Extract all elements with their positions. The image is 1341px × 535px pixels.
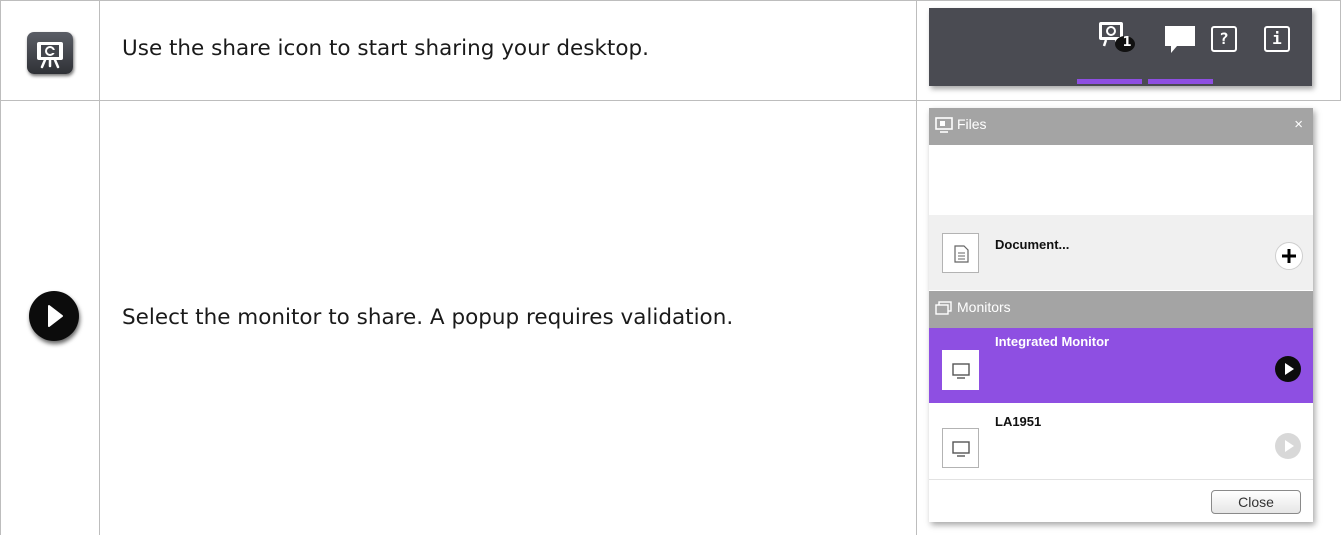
monitors-header: Monitors [929,291,1313,328]
files-header: Files × [929,108,1313,145]
monitor-row-integrated[interactable]: Integrated Monitor [929,328,1313,403]
step-2-text: Select the monitor to share. A popup req… [122,305,734,330]
chat-active-underline [1148,79,1213,84]
table-border-col1 [99,0,100,535]
document-row[interactable]: Document... [929,215,1313,290]
files-title: Files [957,116,987,132]
monitor-name: LA1951 [995,414,1042,429]
share-monitor-button-disabled[interactable] [1275,433,1301,459]
play-icon [1285,363,1294,375]
toolbar-screenshot: 1 ? i [929,8,1312,86]
chat-bubble-icon [1165,26,1195,53]
help-icon[interactable]: ? [1211,26,1237,52]
monitor-icon [952,363,970,379]
table-row-divider [0,100,1341,101]
monitor-thumbnail [942,350,979,390]
document-thumbnail [942,233,979,273]
info-icon[interactable]: i [1264,26,1290,52]
plus-icon [1282,249,1296,263]
document-icon [954,245,969,263]
share-icon [27,32,73,74]
step-1-text: Use the share icon to start sharing your… [122,36,649,61]
monitor-thumbnail [942,428,979,468]
share-monitor-button[interactable] [1275,356,1301,382]
share-button[interactable]: 1 [1087,8,1147,86]
share-screen-icon [1099,22,1135,52]
close-icon[interactable]: × [1294,116,1303,133]
close-button[interactable]: Close [1211,490,1301,514]
play-icon [29,291,79,341]
share-active-underline [1077,79,1142,84]
add-document-button[interactable] [1275,242,1303,270]
share-panel-screenshot: Files × Document... Monitors Integrated … [929,108,1313,522]
table-border-top [0,0,1341,1]
monitor-icon [952,441,970,457]
monitors-title: Monitors [957,299,1011,315]
table-border-left [0,0,1,535]
table-border-col2 [916,0,917,535]
chat-button[interactable] [1155,8,1205,86]
monitor-row-la1951[interactable]: LA1951 [929,404,1313,480]
play-icon [1285,440,1294,452]
monitors-icon [935,301,952,315]
document-label: Document... [995,237,1070,252]
screen-share-icon [935,117,953,133]
share-count-badge: 1 [1122,35,1132,50]
monitor-name: Integrated Monitor [995,334,1110,349]
